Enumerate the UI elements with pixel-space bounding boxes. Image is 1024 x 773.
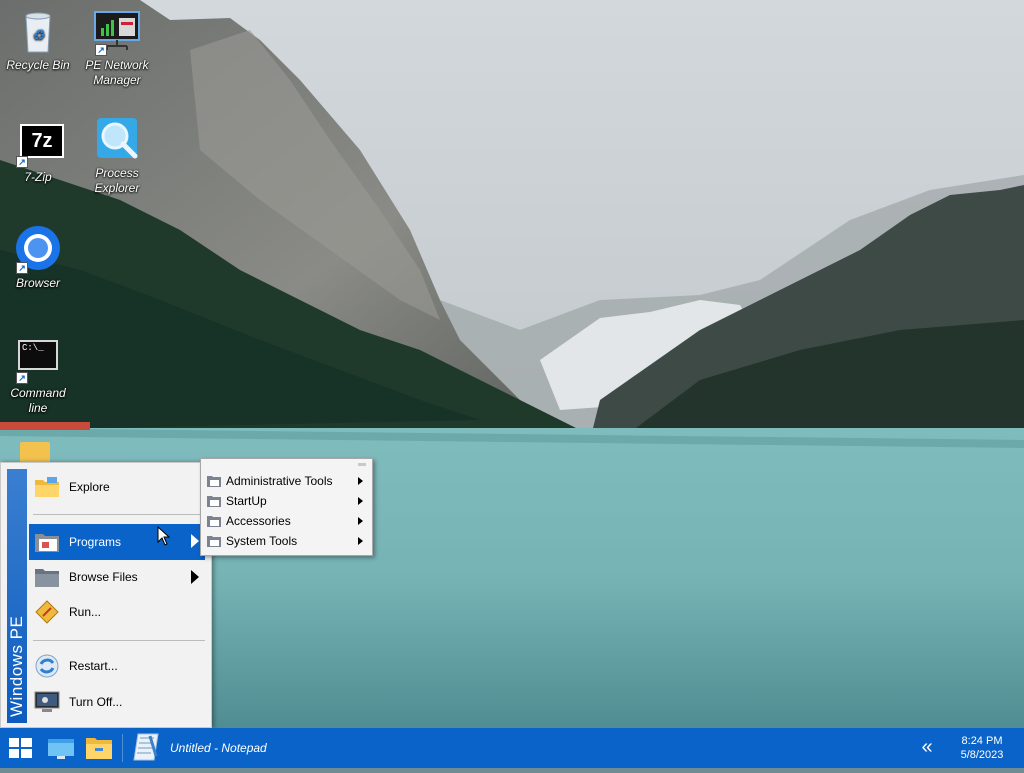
submenu-item-label: Administrative Tools — [226, 474, 333, 488]
folder-icon[interactable] — [20, 442, 50, 464]
cmd-prompt-glyph: C:\_ — [18, 340, 58, 370]
taskbar-clock[interactable]: 8:24 PM 5/8/2023 — [952, 734, 1012, 762]
run-icon — [33, 598, 61, 626]
shortcut-arrow-icon: ↗ — [16, 262, 28, 274]
taskbar-task-label: Untitled - Notepad — [170, 741, 267, 755]
7zip-logo: 7z — [20, 124, 64, 158]
desktop-icon-label: Command line — [10, 386, 66, 415]
file-explorer-icon — [86, 738, 112, 759]
command-line-icon: C:\_ ↗ — [14, 336, 62, 384]
process-explorer-icon — [93, 116, 141, 164]
start-menu-item-label: Turn Off... — [69, 695, 123, 709]
start-menu: Windows PE Explore Programs Browse Files… — [0, 462, 212, 728]
start-menu-item-label: Programs — [69, 535, 122, 549]
submenu-arrow-icon — [358, 537, 363, 545]
submenu-item-startup[interactable]: StartUp — [207, 491, 367, 511]
program-group-icon — [207, 515, 221, 527]
desktop-icon-label: Recycle Bin — [6, 58, 70, 72]
start-menu-item-turn-off[interactable]: Turn Off... — [29, 685, 205, 719]
file-explorer-button[interactable] — [80, 728, 118, 768]
submenu-arrow-icon — [191, 570, 199, 584]
taskbar: Untitled - Notepad « 8:24 PM 5/8/2023 — [0, 728, 1024, 768]
shortcut-arrow-icon: ↗ — [16, 156, 28, 168]
windows-logo-icon — [9, 738, 32, 758]
mouse-pointer-icon — [157, 526, 171, 546]
desktop-icon-browser[interactable]: ↗ Browser — [0, 226, 76, 291]
start-menu-banner-text: Windows PE — [7, 615, 26, 717]
taskbar-separator — [122, 734, 123, 762]
start-menu-item-run[interactable]: Run... — [29, 595, 205, 629]
show-desktop-button[interactable] — [42, 728, 80, 768]
submenu-item-label: Accessories — [226, 514, 291, 528]
recycle-bin-icon: ♻ — [14, 8, 62, 56]
restart-icon — [33, 652, 61, 680]
start-menu-banner: Windows PE — [7, 469, 27, 723]
start-button[interactable] — [0, 728, 40, 768]
start-menu-item-label: Restart... — [69, 659, 118, 673]
tray-expand-button[interactable]: « — [914, 736, 940, 760]
submenu-arrow-icon — [358, 477, 363, 485]
desktop-icon-7zip[interactable]: 7z ↗ 7-Zip — [0, 120, 76, 185]
menu-separator — [33, 640, 205, 641]
submenu-item-administrative-tools[interactable]: Administrative Tools — [207, 471, 367, 491]
network-manager-icon: ↗ — [93, 8, 141, 56]
submenu-item-label: System Tools — [226, 534, 298, 548]
clock-time: 8:24 PM — [961, 735, 1003, 747]
submenu-grip — [358, 463, 366, 466]
submenu-arrow-icon — [358, 517, 363, 525]
desktop-monitor-icon — [48, 739, 74, 759]
browser-icon: ↗ — [14, 226, 62, 274]
start-menu-item-programs[interactable]: Programs — [29, 524, 205, 560]
desktop-icon-pe-network-manager[interactable]: ↗ PE Network Manager — [79, 8, 155, 88]
program-group-icon — [207, 535, 221, 547]
clock-date: 5/8/2023 — [960, 749, 1004, 761]
notepad-icon — [133, 733, 159, 761]
submenu-item-label: StartUp — [226, 494, 267, 508]
start-menu-item-browse-files[interactable]: Browse Files — [29, 560, 205, 594]
desktop-icon-label: Browser — [15, 276, 60, 290]
turn-off-icon — [33, 688, 61, 716]
submenu-arrow-icon — [358, 497, 363, 505]
start-menu-item-label: Run... — [69, 605, 102, 619]
shortcut-arrow-icon: ↗ — [95, 44, 107, 56]
programs-folder-icon — [33, 528, 61, 556]
desktop-icon-process-explorer[interactable]: Process Explorer — [79, 116, 155, 196]
desktop-icon-command-line[interactable]: C:\_ ↗ Command line — [0, 336, 76, 416]
explore-folder-icon — [33, 473, 61, 501]
programs-submenu: Administrative Tools StartUp Accessories… — [200, 458, 373, 556]
7zip-icon: 7z ↗ — [14, 120, 64, 168]
desktop-icon-recycle-bin[interactable]: ♻ Recycle Bin — [0, 8, 76, 73]
desktop-icon-label: PE Network Manager — [85, 58, 149, 87]
desktop-icon-label: 7-Zip — [24, 170, 52, 184]
start-menu-item-label: Explore — [69, 480, 110, 494]
browse-files-folder-icon — [33, 563, 61, 591]
menu-separator — [33, 514, 205, 515]
double-chevron-left-icon: « — [921, 736, 933, 758]
desktop-icon-label: Process Explorer — [94, 166, 140, 195]
program-group-icon — [207, 475, 221, 487]
start-menu-item-restart[interactable]: Restart... — [29, 649, 205, 683]
submenu-item-system-tools[interactable]: System Tools — [207, 531, 367, 551]
shortcut-arrow-icon: ↗ — [16, 372, 28, 384]
start-menu-item-label: Browse Files — [69, 570, 138, 584]
svg-text:♻: ♻ — [32, 27, 45, 43]
taskbar-task-notepad[interactable]: Untitled - Notepad — [124, 730, 324, 766]
submenu-item-accessories[interactable]: Accessories — [207, 511, 367, 531]
submenu-arrow-icon — [191, 534, 199, 548]
program-group-icon — [207, 495, 221, 507]
start-menu-item-explore[interactable]: Explore — [29, 470, 205, 504]
